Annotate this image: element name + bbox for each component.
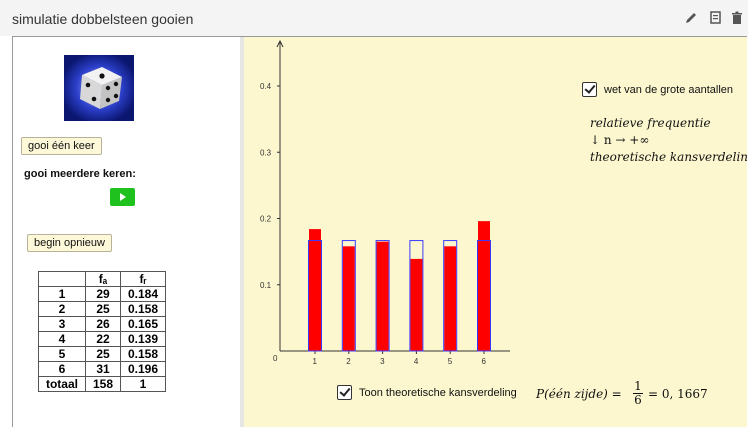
table-header: fₐ xyxy=(85,271,121,287)
y-tick-label: 0 xyxy=(273,354,278,363)
formula-lhs: P(één zijde) = xyxy=(536,387,622,401)
table-cell: 1 xyxy=(38,286,86,302)
table-cell: 0.158 xyxy=(120,346,166,362)
relative-frequency-bar xyxy=(444,246,457,351)
table-cell: 29 xyxy=(85,286,121,302)
relative-frequency-bar xyxy=(309,229,321,351)
formula-numerator: 1 xyxy=(634,379,642,393)
table-total-row: totaal 158 1 xyxy=(38,376,166,392)
legend-theoretical: theoretische kansverdeling xyxy=(590,150,748,164)
relative-frequency-bar xyxy=(342,246,355,351)
table-cell: 22 xyxy=(85,331,121,347)
x-tick-label: 3 xyxy=(380,357,385,366)
x-tick-label: 4 xyxy=(414,357,419,366)
trash-icon[interactable] xyxy=(729,10,745,26)
y-tick-label: 0.1 xyxy=(260,281,272,290)
legend-relative-frequency: relatieve frequentie xyxy=(590,116,711,130)
table-cell: 4 xyxy=(38,331,86,347)
throw-once-button[interactable]: gooi één keer xyxy=(21,137,102,155)
table-row: 4 22 0.139 xyxy=(38,331,166,347)
formula-denominator: 6 xyxy=(634,393,642,407)
table-row: 3 26 0.165 xyxy=(38,316,166,332)
table-header: fᵣ xyxy=(120,271,166,287)
table-cell: 31 xyxy=(85,361,121,377)
relative-frequency-bar xyxy=(410,258,423,351)
copy-icon[interactable] xyxy=(707,10,723,26)
table-cell: 5 xyxy=(38,346,86,362)
y-tick-label: 0.2 xyxy=(260,215,272,224)
table-cell: 3 xyxy=(38,316,86,332)
y-tick-label: 0.4 xyxy=(260,82,272,91)
table-cell: 0.158 xyxy=(120,301,166,317)
law-large-numbers-label: wet van de grote aantallen xyxy=(604,84,734,96)
x-tick-label: 2 xyxy=(346,357,351,366)
table-cell: 0.196 xyxy=(120,361,166,377)
table-row: 1 29 0.184 xyxy=(38,286,166,302)
table-cell: 2 xyxy=(38,301,86,317)
x-tick-label: 1 xyxy=(313,357,318,366)
play-button[interactable] xyxy=(110,188,135,206)
table-cell: totaal xyxy=(38,376,86,392)
relative-frequency-bar xyxy=(376,241,389,351)
table-cell: 1 xyxy=(120,376,166,392)
table-cell: 26 xyxy=(85,316,121,332)
table-row: 5 25 0.158 xyxy=(38,346,166,362)
show-theory-checkbox[interactable] xyxy=(337,385,352,400)
table-cell: 0.165 xyxy=(120,316,166,332)
pencil-icon[interactable] xyxy=(683,10,699,26)
table-cell: 158 xyxy=(85,376,121,392)
x-tick-label: 6 xyxy=(482,357,487,366)
table-row: 2 25 0.158 xyxy=(38,301,166,317)
table-cell: 0.184 xyxy=(120,286,166,302)
throw-many-label: gooi meerdere keren: xyxy=(24,168,136,180)
window-title: simulatie dobbelsteen gooien xyxy=(12,11,194,27)
frequency-table: fₐ fᵣ 1 29 0.184 2 25 0.158 3 26 0.165 4… xyxy=(38,271,166,392)
table-row: 6 31 0.196 xyxy=(38,361,166,377)
legend-limit: ↓ n → +∞ xyxy=(590,133,650,147)
title-bar: simulatie dobbelsteen gooien xyxy=(0,0,748,36)
table-cell: 0.139 xyxy=(120,331,166,347)
y-tick-label: 0.3 xyxy=(260,148,272,157)
formula-fraction: 1 6 xyxy=(633,380,643,407)
formula-rhs: = 0, 1667 xyxy=(648,387,708,401)
law-large-numbers-checkbox[interactable] xyxy=(582,82,597,97)
table-header-row: fₐ fᵣ xyxy=(38,271,166,287)
table-cell: 25 xyxy=(85,301,121,317)
table-cell: 25 xyxy=(85,346,121,362)
table-header xyxy=(38,271,86,287)
show-theory-label: Toon theoretische kansverdeling xyxy=(359,387,517,399)
dice-image xyxy=(64,55,134,121)
table-cell: 6 xyxy=(38,361,86,377)
reset-button[interactable]: begin opnieuw xyxy=(27,234,112,252)
x-tick-label: 5 xyxy=(448,357,453,366)
